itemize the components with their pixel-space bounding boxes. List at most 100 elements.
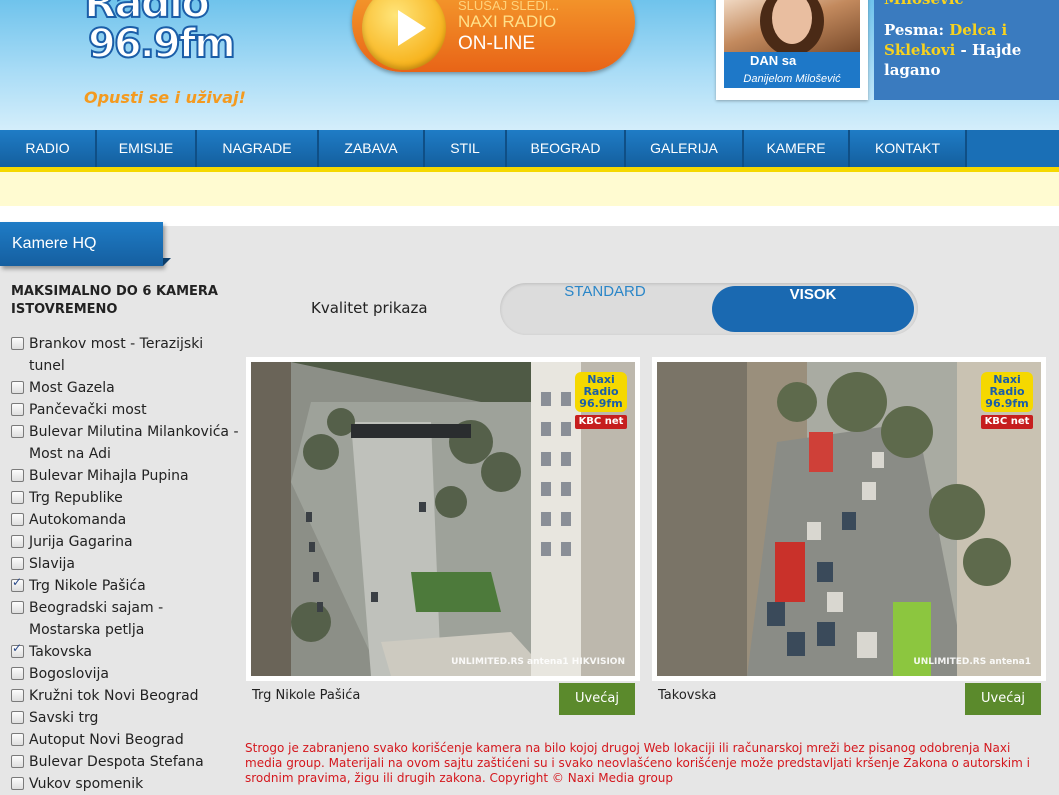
camera-option-label: Kružni tok Novi Beograd (29, 688, 199, 704)
checkbox[interactable] (11, 777, 24, 790)
nav-emisije[interactable]: EMISIJE (97, 130, 195, 167)
now-playing-box: Milošević Pesma: Delca i Sklekovi - Hajd… (874, 0, 1059, 100)
logo-frequency: 96.9fm (87, 21, 237, 67)
nav-nagrade[interactable]: NAGRADE (197, 130, 317, 167)
sidebar-title: Kamere HQ (0, 222, 171, 266)
nav-kamere[interactable]: KAMERE (744, 130, 848, 167)
nav-galerija[interactable]: GALERIJA (626, 130, 742, 167)
main-navigation: RADIO EMISIJE NAGRADE ZABAVA STIL BEOGRA… (0, 130, 1059, 172)
player-line3: ON-LINE (458, 33, 536, 54)
camera-option[interactable]: Beogradski sajam - Mostarska petlja (11, 597, 239, 641)
nav-zabava[interactable]: ZABAVA (319, 130, 423, 167)
camera-option[interactable]: Trg Republike (11, 487, 239, 509)
show-host: Danijelom Milošević (724, 70, 860, 88)
badge-kbc: KBC net (575, 415, 627, 429)
camera-option[interactable]: Vukov spomenik (11, 773, 239, 795)
checkbox[interactable] (11, 667, 24, 680)
camera-option[interactable]: Brankov most - Terazijski tunel (11, 333, 239, 377)
camera-frame-trg-nikole-pasica: Naxi Radio 96.9fm KBC net UNLIMITED.RS a… (246, 357, 640, 681)
notice-bar (0, 172, 1059, 206)
checkbox[interactable] (11, 689, 24, 702)
zoom-button-trg-nikole-pasica[interactable]: Uvećaj (559, 683, 635, 715)
camera-option[interactable]: Slavija (11, 553, 239, 575)
site-header: Radio 96.9fm Opusti se i uživaj! SLUŠAJ … (0, 0, 1059, 130)
camera-feed[interactable]: Naxi Radio 96.9fm KBC net UNLIMITED.RS a… (657, 362, 1041, 676)
camera-option[interactable]: Kružni tok Novi Beograd (11, 685, 239, 707)
camera-option[interactable]: Takovska (11, 641, 239, 663)
checkbox[interactable] (11, 337, 24, 350)
camera-frame-takovska: Naxi Radio 96.9fm KBC net UNLIMITED.RS a… (652, 357, 1046, 681)
current-show-banner[interactable]: DAN sa Danijelom Milošević (716, 0, 868, 100)
nav-radio[interactable]: RADIO (0, 130, 95, 167)
camera-option[interactable]: Autoput Novi Beograd (11, 729, 239, 751)
camera-option-label: Vukov spomenik (29, 776, 144, 792)
camera-option[interactable]: Trg Nikole Pašića (11, 575, 239, 597)
camera-watermark: UNLIMITED.RS antena1 HIKVISION (451, 657, 625, 667)
player-line2: NAXI RADIO (458, 12, 557, 31)
camera-name-trg-nikole-pasica: Trg Nikole Pašića (252, 688, 361, 703)
camera-option[interactable]: Bulevar Milutina Milankovića - Most na A… (11, 421, 239, 465)
camera-feed[interactable]: Naxi Radio 96.9fm KBC net UNLIMITED.RS a… (251, 362, 635, 676)
camera-option-label: Beogradski sajam - Mostarska petlja (29, 600, 164, 638)
camera-option-label: Bulevar Despota Stefana (29, 754, 204, 770)
checkbox-checked[interactable] (11, 641, 24, 658)
host-photo (724, 0, 860, 52)
camera-option-label: Trg Nikole Pašića (29, 578, 146, 594)
quality-visok-button[interactable]: VISOK (712, 286, 914, 332)
camera-option-label: Slavija (29, 556, 75, 572)
checkbox[interactable] (11, 513, 24, 526)
camera-option-label: Bogoslovija (29, 666, 110, 682)
checkbox[interactable] (11, 535, 24, 548)
now-playing-host: Milošević (884, 0, 964, 8)
checkbox[interactable] (11, 381, 24, 394)
listen-online-button[interactable]: SLUŠAJ SLEDI... NAXI RADIO ON-LINE (352, 0, 635, 72)
sidebar-heading: MAKSIMALNO DO 6 KAMERA ISTOVREMENO (11, 284, 218, 317)
logo-slogan: Opusti se i uživaj! (84, 88, 246, 107)
camera-option-label: Trg Republike (29, 490, 123, 506)
camera-option-label: Most Gazela (29, 380, 115, 396)
checkbox[interactable] (11, 403, 24, 416)
checkbox[interactable] (11, 755, 24, 768)
checkbox[interactable] (11, 491, 24, 504)
badge-naxi: Naxi Radio 96.9fm (575, 372, 627, 412)
checkbox[interactable] (11, 711, 24, 724)
camera-option[interactable]: Bulevar Mihajla Pupina (11, 465, 239, 487)
camera-option-label: Bulevar Milutina Milankovića - Most na A… (29, 424, 239, 462)
checkbox[interactable] (11, 425, 24, 438)
nav-kontakt[interactable]: KONTAKT (850, 130, 965, 167)
camera-name-takovska: Takovska (658, 688, 717, 703)
checkbox-checked[interactable] (11, 575, 24, 592)
song-label: Pesma: (884, 21, 944, 39)
checkbox[interactable] (11, 557, 24, 570)
camera-option[interactable]: Pančevački most (11, 399, 239, 421)
nav-beograd[interactable]: BEOGRAD (507, 130, 624, 167)
quality-label: Kvalitet prikaza (311, 299, 428, 317)
zoom-button-takovska[interactable]: Uvećaj (965, 683, 1041, 715)
checkbox[interactable] (11, 601, 24, 614)
quality-standard-button[interactable]: STANDARD (500, 283, 710, 335)
quality-toggle: STANDARD VISOK (500, 283, 918, 335)
camera-option-label: Savski trg (29, 710, 99, 726)
badge-kbc: KBC net (981, 415, 1033, 429)
naxi-radio-logo[interactable]: Radio 96.9fm Opusti se i uživaj! (70, 0, 250, 110)
camera-option[interactable]: Autokomanda (11, 509, 239, 531)
camera-option[interactable]: Bulevar Despota Stefana (11, 751, 239, 773)
naxi-kbc-badge: Naxi Radio 96.9fm KBC net (575, 372, 627, 429)
camera-option-label: Bulevar Mihajla Pupina (29, 468, 189, 484)
song-dash: - (955, 41, 972, 59)
camera-option[interactable]: Savski trg (11, 707, 239, 729)
camera-option[interactable]: Jurija Gagarina (11, 531, 239, 553)
now-playing-song: Pesma: Delca i Sklekovi - Hajde lagano (884, 20, 1054, 80)
checkbox[interactable] (11, 733, 24, 746)
show-title: DAN sa (724, 52, 860, 70)
camera-option[interactable]: Bogoslovija (11, 663, 239, 685)
naxi-kbc-badge: Naxi Radio 96.9fm KBC net (981, 372, 1033, 429)
checkbox[interactable] (11, 469, 24, 482)
camera-option-label: Pančevački most (29, 402, 147, 418)
camera-option-label: Takovska (29, 644, 93, 660)
camera-list: Brankov most - Terazijski tunel Most Gaze… (11, 333, 239, 795)
badge-naxi: Naxi Radio 96.9fm (981, 372, 1033, 412)
nav-stil[interactable]: STIL (425, 130, 505, 167)
play-icon (362, 0, 446, 70)
camera-option[interactable]: Most Gazela (11, 377, 239, 399)
